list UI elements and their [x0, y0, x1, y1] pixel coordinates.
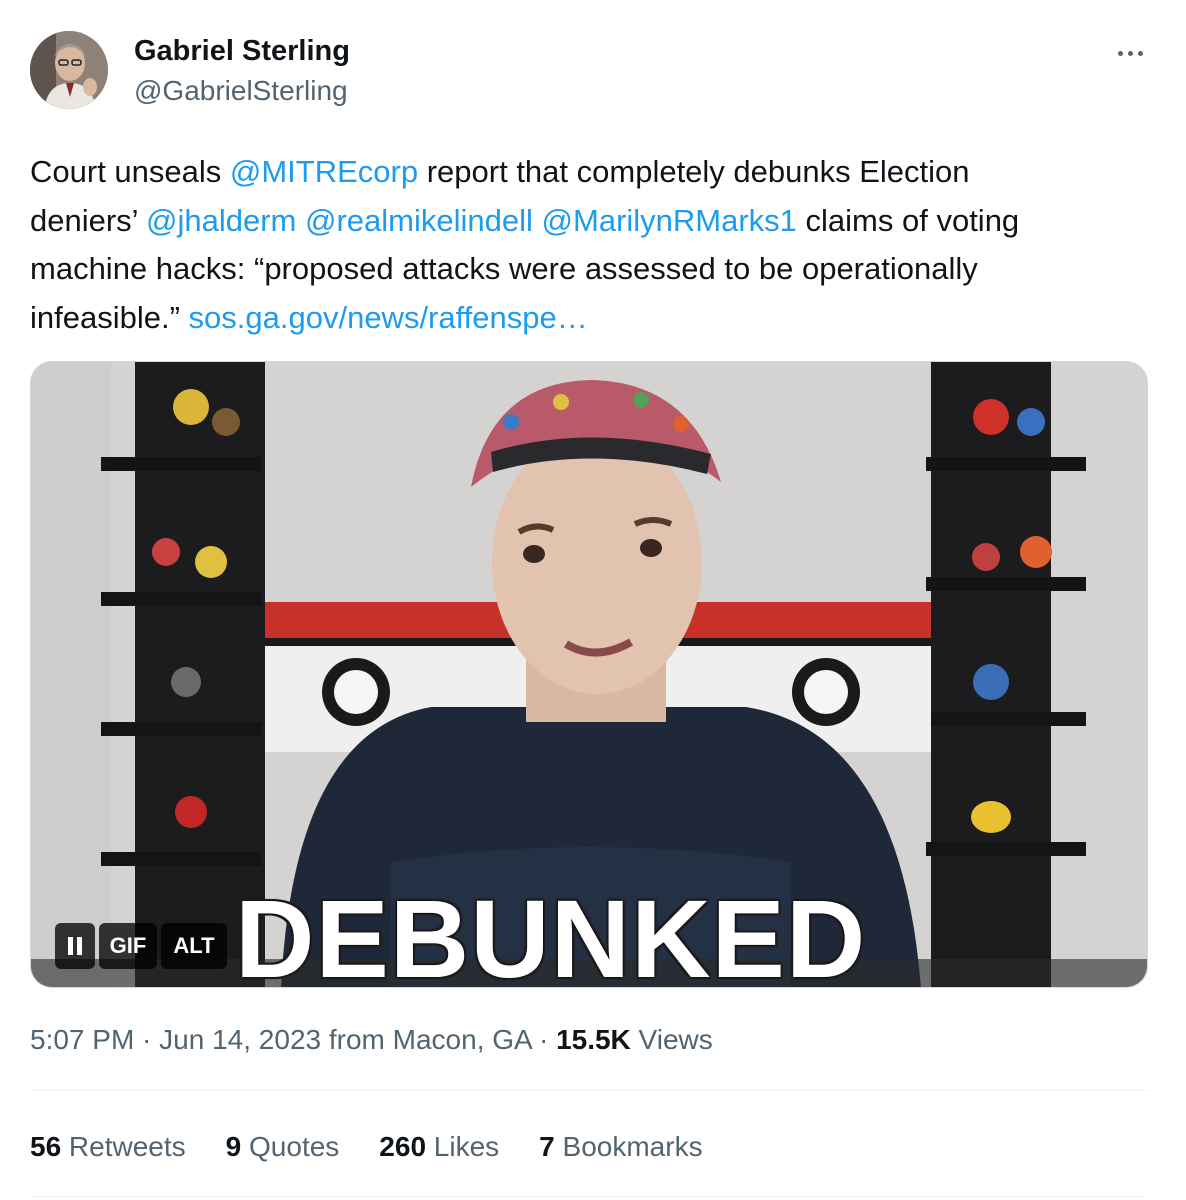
- mention-link[interactable]: @MarilynRMarks1: [542, 203, 797, 238]
- retweets-stat[interactable]: 56 Retweets: [30, 1131, 186, 1163]
- likes-stat[interactable]: 260 Likes: [379, 1131, 499, 1163]
- tweet: Gabriel Sterling @GabrielSterling Court …: [0, 0, 1186, 1200]
- tweet-text-segment: claims of voting: [796, 202, 1020, 238]
- likes-count: 260: [379, 1131, 427, 1162]
- more-options-button[interactable]: [1108, 38, 1152, 68]
- mention-link[interactable]: @MITREcorp: [230, 154, 418, 189]
- mention-link[interactable]: @jhalderm: [146, 203, 296, 238]
- author-handle[interactable]: @GabrielSterling: [134, 75, 348, 107]
- quotes-count: 9: [225, 1131, 242, 1162]
- tweet-text-segment: report that completely debunks Election: [418, 154, 970, 189]
- engagement-stats: 56 Retweets 9 Quotes 260 Likes 7 Bookmar…: [30, 1131, 743, 1163]
- tweet-location: from Macon, GA: [321, 1024, 532, 1055]
- mention-link[interactable]: @realmikelindell: [305, 203, 533, 238]
- bookmarks-label: Bookmarks: [554, 1131, 703, 1162]
- tweet-text-segment: Court unseals: [30, 154, 230, 189]
- gif-overlay-text: DEBUNKED: [235, 878, 867, 988]
- tweet-date[interactable]: Jun 14, 2023: [159, 1024, 321, 1055]
- divider: [30, 1196, 1148, 1197]
- gif-badge: GIF: [99, 923, 157, 969]
- divider: [30, 1090, 1148, 1091]
- avatar-image: [30, 31, 108, 109]
- author-name[interactable]: Gabriel Sterling: [134, 35, 350, 68]
- pause-button[interactable]: [55, 923, 95, 969]
- tweet-meta: 5:07 PM · Jun 14, 2023 from Macon, GA · …: [30, 1024, 713, 1056]
- tweet-text-segment: infeasible.”: [30, 299, 189, 335]
- pause-icon: [68, 937, 73, 955]
- avatar[interactable]: [30, 31, 108, 109]
- tweet-text-segment: machine hacks: “proposed attacks were as…: [30, 251, 978, 286]
- tweet-text-segment: deniers’: [30, 202, 147, 238]
- url-link[interactable]: sos.ga.gov/news/raffenspe…: [189, 300, 588, 335]
- likes-label: Likes: [426, 1131, 500, 1162]
- alt-text-button[interactable]: ALT: [161, 923, 227, 969]
- bookmarks-count: 7: [539, 1131, 555, 1162]
- gif-controls: GIF ALT: [55, 923, 227, 969]
- retweets-count: 56: [30, 1131, 62, 1162]
- bookmarks-stat[interactable]: 7 Bookmarks: [539, 1131, 702, 1163]
- retweets-label: Retweets: [61, 1131, 186, 1162]
- quotes-label: Quotes: [241, 1131, 340, 1162]
- more-horizontal-icon: [1137, 50, 1143, 56]
- meta-separator: ·: [134, 1024, 160, 1055]
- views-label: Views: [630, 1024, 713, 1055]
- gif-media[interactable]: DEBUNKED GIF ALT: [30, 361, 1148, 988]
- quotes-stat[interactable]: 9 Quotes: [226, 1131, 340, 1163]
- pause-icon: [77, 937, 82, 955]
- views-count: 15.5K: [556, 1024, 631, 1055]
- tweet-text: Court unseals @MITREcorp report that com…: [30, 148, 1155, 342]
- meta-separator: ·: [531, 1024, 557, 1055]
- more-horizontal-icon: [1127, 50, 1133, 56]
- tweet-time[interactable]: 5:07 PM: [30, 1024, 134, 1055]
- more-horizontal-icon: [1117, 50, 1123, 56]
